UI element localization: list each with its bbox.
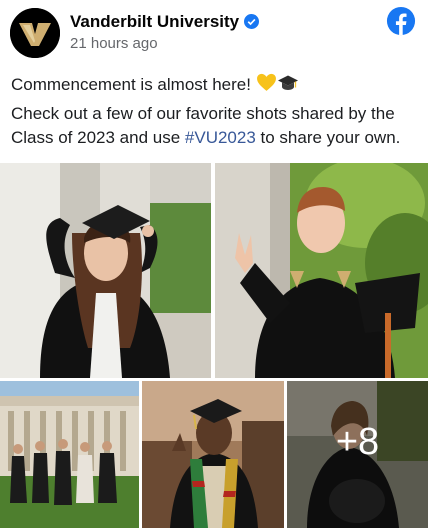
- page-name[interactable]: Vanderbilt University: [70, 12, 239, 31]
- vanderbilt-logo-icon[interactable]: [10, 8, 60, 58]
- verified-badge-icon: [244, 14, 260, 29]
- photo-more[interactable]: +8: [287, 381, 428, 528]
- hashtag-link[interactable]: #VU2023: [185, 128, 256, 147]
- post-header: Vanderbilt University 21 hours ago: [0, 0, 428, 62]
- post-timestamp[interactable]: 21 hours ago: [70, 35, 158, 52]
- more-photos-count: +8: [335, 421, 380, 463]
- post-text: Commencement is almost here! Check out a…: [11, 72, 421, 150]
- photo-graduate-stole[interactable]: [142, 381, 284, 528]
- photo-group-building[interactable]: [0, 381, 139, 528]
- facebook-logo-icon[interactable]: [386, 6, 416, 36]
- post-line-1: Commencement is almost here!: [11, 72, 421, 97]
- yellow-heart-icon: [256, 73, 276, 91]
- more-photos-overlay[interactable]: +8: [287, 381, 428, 528]
- post-line-2: Check out a few of our favorite shots sh…: [11, 102, 421, 150]
- photo-graduate-woman[interactable]: [0, 163, 211, 378]
- post-line-1-text: Commencement is almost here!: [11, 75, 251, 94]
- graduation-cap-icon: [277, 75, 298, 90]
- post-line-2-suffix: to share your own.: [255, 128, 401, 147]
- page-name-row[interactable]: Vanderbilt University: [70, 12, 260, 32]
- photo-graduate-man[interactable]: [215, 163, 428, 378]
